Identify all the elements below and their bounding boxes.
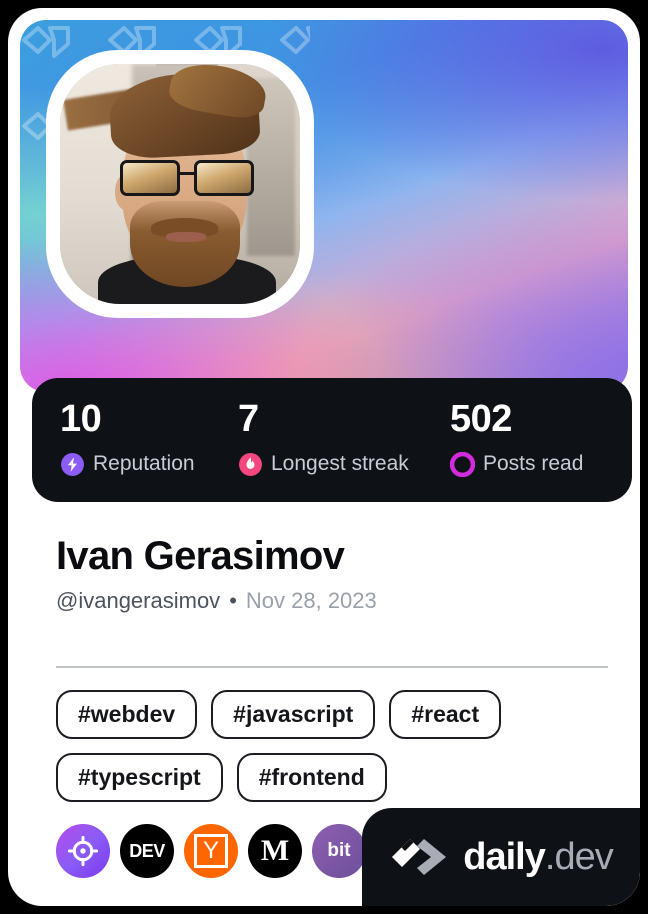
social-target-icon[interactable] — [56, 824, 110, 878]
stat-label: Longest streak — [271, 452, 409, 476]
eye-ring-icon — [450, 451, 475, 477]
stat-longest-streak: 7 Longest streak — [238, 378, 450, 502]
stat-reputation: 10 Reputation — [60, 378, 238, 502]
stat-posts-read: 502 Posts read — [450, 378, 604, 502]
tag-javascript[interactable]: #javascript — [211, 690, 376, 739]
tag-frontend[interactable]: #frontend — [236, 753, 387, 802]
avatar-image — [60, 64, 300, 304]
tag-webdev[interactable]: #webdev — [56, 690, 198, 739]
stat-value: 10 — [60, 398, 102, 440]
bit-label: bit — [327, 840, 351, 861]
devcard: 10 Reputation 7 Longest streak 502 Posts… — [8, 8, 640, 906]
identity-block: Ivan Gerasimov @ivangerasimov • Nov 28, … — [56, 534, 616, 614]
dev-label: DEV — [129, 840, 165, 861]
target-icon — [67, 835, 99, 867]
lightning-bolt-icon — [61, 452, 84, 476]
avatar — [46, 50, 314, 318]
join-date: Nov 28, 2023 — [245, 588, 377, 613]
profile-subtitle: @ivangerasimov • Nov 28, 2023 — [56, 588, 616, 614]
profile-handle: @ivangerasimov — [56, 588, 221, 613]
medium-label: M — [260, 834, 290, 867]
daily-dev-logo-icon — [392, 839, 447, 875]
stat-value: 502 — [450, 398, 512, 440]
yc-box: Y — [194, 834, 228, 868]
separator-dot: • — [229, 588, 237, 613]
daily-dev-badge: daily.dev — [362, 808, 640, 906]
social-medium-icon[interactable]: M — [248, 824, 302, 878]
divider — [56, 666, 608, 668]
flame-icon — [239, 452, 262, 476]
tag-react[interactable]: #react — [389, 690, 502, 739]
brand-suffix: .dev — [544, 835, 614, 878]
social-bit-icon[interactable]: bit — [312, 824, 366, 878]
social-links: DEV Y M bit — [56, 824, 366, 878]
stat-value: 7 — [238, 398, 259, 440]
profile-name: Ivan Gerasimov — [56, 534, 345, 578]
brand-wordmark: daily.dev — [463, 835, 614, 879]
tag-typescript[interactable]: #typescript — [56, 753, 223, 802]
brand-name: daily — [463, 835, 546, 878]
social-ycombinator-icon[interactable]: Y — [184, 824, 238, 878]
tag-list: #webdev #javascript #react #typescript #… — [56, 690, 616, 802]
stat-label: Posts read — [483, 452, 584, 476]
stats-bar: 10 Reputation 7 Longest streak 502 Posts… — [32, 378, 632, 502]
yc-label: Y — [202, 837, 219, 864]
social-dev-icon[interactable]: DEV — [120, 824, 174, 878]
stat-label: Reputation — [93, 452, 195, 476]
